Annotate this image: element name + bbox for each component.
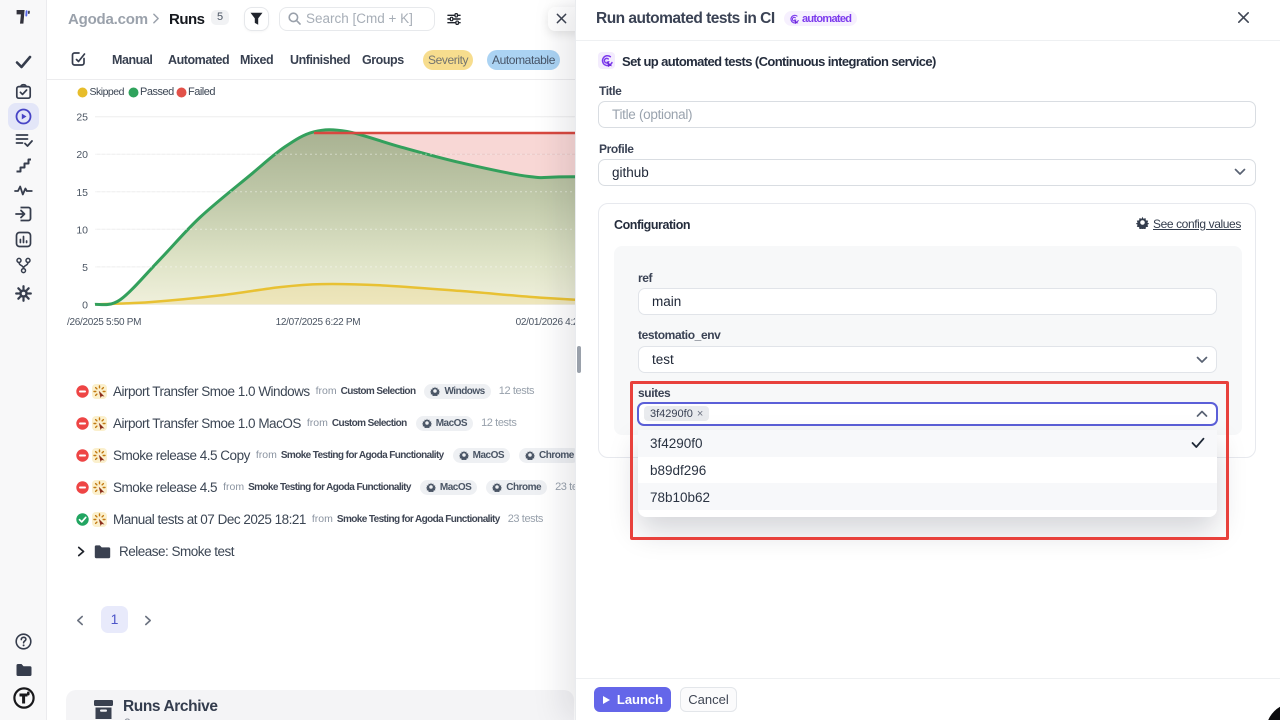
- svg-text:5: 5: [82, 262, 88, 274]
- svg-text:0: 0: [82, 299, 88, 311]
- svg-text:25: 25: [76, 112, 88, 124]
- svg-text:10: 10: [76, 224, 88, 236]
- svg-text:15: 15: [76, 187, 88, 199]
- svg-text:/26/2025 5:50 PM: /26/2025 5:50 PM: [67, 317, 141, 328]
- svg-text:20: 20: [76, 149, 88, 161]
- svg-text:12/07/2025 6:22 PM: 12/07/2025 6:22 PM: [276, 317, 361, 328]
